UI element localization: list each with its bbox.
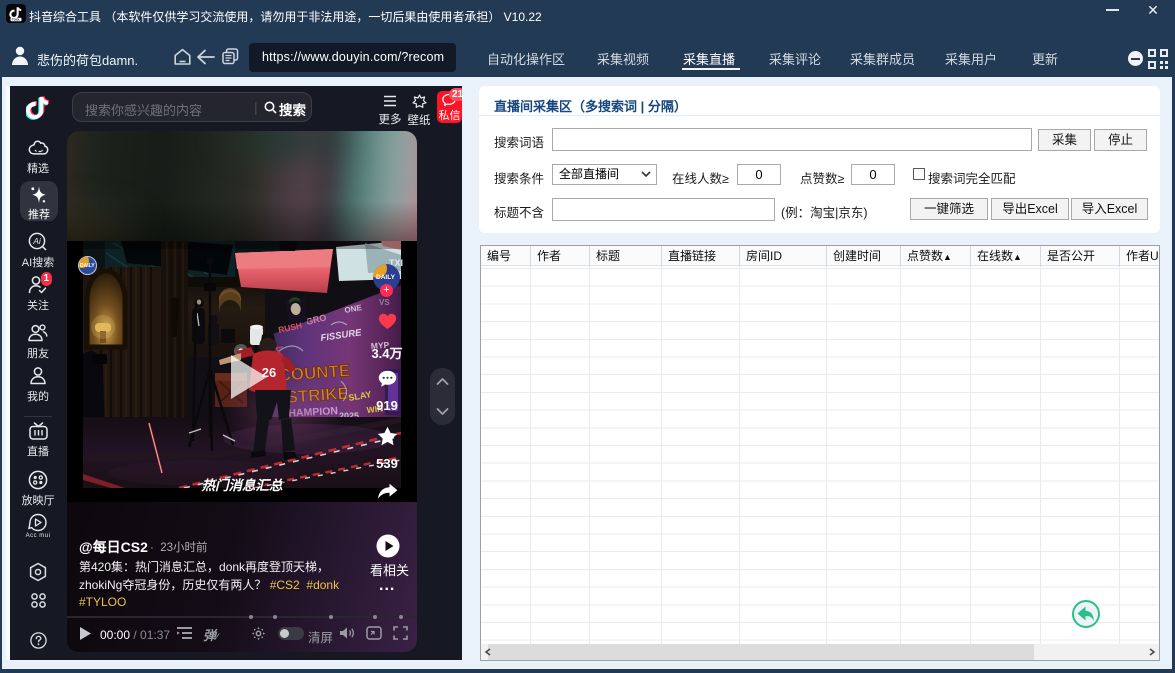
svg-text:TOOL: TOOL xyxy=(12,18,20,22)
svg-text:Ai: Ai xyxy=(32,236,42,246)
